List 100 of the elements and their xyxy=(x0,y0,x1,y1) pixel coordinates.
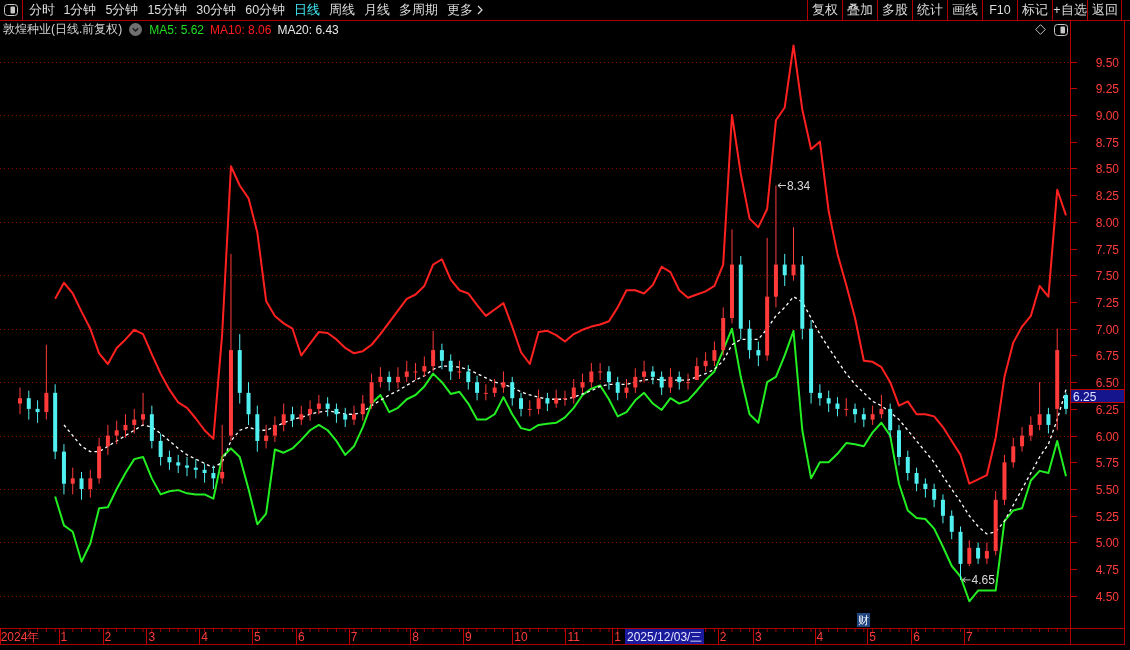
period-tab[interactable]: 日线 xyxy=(289,0,325,20)
candlestick xyxy=(404,360,409,383)
candlestick xyxy=(158,432,163,467)
period-tab[interactable]: 60分钟 xyxy=(240,0,290,20)
candlestick xyxy=(791,226,796,282)
axis-label: 3 xyxy=(755,630,762,644)
candlestick xyxy=(167,450,172,471)
candlestick xyxy=(246,381,251,426)
axis-label: 2024年 xyxy=(0,630,40,644)
toolbar-button[interactable]: 多股 xyxy=(877,0,912,20)
axis-label: 7.25 xyxy=(1095,295,1119,310)
candlestick xyxy=(554,389,559,409)
candlestick xyxy=(334,403,339,424)
candlestick xyxy=(308,399,313,422)
dropdown-icon[interactable] xyxy=(129,23,143,36)
candlestick xyxy=(976,542,981,565)
axis-label: 6.75 xyxy=(1095,348,1119,363)
candlestick xyxy=(70,467,75,495)
candlestick xyxy=(395,366,400,390)
toolbar-button[interactable]: 标记 xyxy=(1017,0,1052,20)
candlestick xyxy=(888,403,893,439)
candlestick xyxy=(316,394,321,415)
candlestick xyxy=(861,407,866,428)
candlestick xyxy=(431,330,436,372)
candlestick xyxy=(782,253,787,287)
period-tab[interactable]: 多周期 xyxy=(394,0,443,20)
candlestick xyxy=(606,365,611,391)
candlestick xyxy=(844,397,849,417)
panel-toggle-icon[interactable] xyxy=(1054,23,1068,36)
axis-label: 6 xyxy=(297,630,305,644)
candlestick xyxy=(149,405,154,449)
candlestick xyxy=(1020,426,1025,453)
candlestick xyxy=(545,392,550,412)
candlestick xyxy=(132,408,137,434)
candlestick xyxy=(633,367,638,394)
candlestick xyxy=(26,390,31,421)
toolbar-button[interactable]: 复权 xyxy=(807,0,842,20)
axis-label: 3 xyxy=(148,630,156,644)
candlestick xyxy=(686,373,691,391)
candlestick xyxy=(624,378,629,399)
axis-label: 5.75 xyxy=(1095,455,1119,470)
axis-label: 5.00 xyxy=(1095,535,1119,550)
candlestick xyxy=(879,394,884,419)
toolbar-button[interactable]: +自选 xyxy=(1052,0,1087,20)
financial-report-marker[interactable]: 财 xyxy=(857,613,870,627)
candlestick xyxy=(185,456,189,477)
axis-label: 5 xyxy=(254,630,261,644)
candlestick xyxy=(905,450,910,481)
period-tab[interactable]: 30分钟 xyxy=(191,0,241,20)
candlestick xyxy=(571,378,576,405)
axis-label: 6 xyxy=(913,630,920,644)
candlestick xyxy=(18,387,22,415)
candlestick xyxy=(352,405,356,426)
diamond-icon[interactable] xyxy=(1035,24,1046,35)
candlestick xyxy=(835,396,840,417)
toolbar-button[interactable]: 画线 xyxy=(947,0,982,20)
candlestick xyxy=(439,343,444,370)
axis-label: 8.25 xyxy=(1095,188,1119,203)
candlestick xyxy=(272,415,277,443)
candlestick xyxy=(483,383,488,401)
period-tab[interactable]: 月线 xyxy=(359,0,395,20)
candlestick xyxy=(501,371,506,394)
candlestick xyxy=(519,392,524,417)
candlestick xyxy=(642,360,647,383)
more-menu-button[interactable]: 更多 xyxy=(442,0,488,20)
toolbar-button[interactable]: 统计 xyxy=(912,0,947,20)
candlestick xyxy=(747,319,752,360)
period-tab[interactable]: 1分钟 xyxy=(59,0,101,20)
period-tab[interactable]: 15分钟 xyxy=(142,0,192,20)
candlestick xyxy=(580,373,585,394)
candlestick xyxy=(141,392,146,426)
period-tab[interactable]: 分时 xyxy=(24,0,59,20)
axis-label: 7.00 xyxy=(1095,322,1119,337)
period-tab[interactable]: 5分钟 xyxy=(100,0,143,20)
period-tab[interactable]: 周线 xyxy=(324,0,360,20)
candlestick xyxy=(984,542,989,565)
candlestick xyxy=(659,371,664,396)
candlestick xyxy=(422,356,427,378)
candlestick xyxy=(475,375,480,401)
candlestick xyxy=(105,424,110,456)
candlestick xyxy=(1046,407,1051,434)
candlestick xyxy=(35,399,40,424)
candlestick xyxy=(756,341,761,367)
axis-label: 7 xyxy=(350,630,358,644)
indicator-value: MA10: 8.06 xyxy=(210,22,272,37)
axis-label: 7 xyxy=(965,630,973,644)
candlestick xyxy=(536,389,541,415)
candlestick xyxy=(1064,392,1068,415)
candlestick xyxy=(492,378,497,398)
axis-label: 11 xyxy=(567,630,580,644)
candlestick xyxy=(510,376,515,407)
toolbar-button[interactable]: F10 xyxy=(982,0,1017,20)
candlestick xyxy=(598,362,603,381)
cursor-date-label: 2025/12/03/三 xyxy=(625,629,705,644)
axis-label: 4 xyxy=(816,630,824,644)
toolbar-button[interactable]: 返回 xyxy=(1087,0,1122,20)
toolbar-button[interactable]: 叠加 xyxy=(842,0,877,20)
panel-toggle-icon xyxy=(4,4,18,16)
candlestick xyxy=(79,471,84,501)
chart-title: 敦煌种业(日线.前复权) xyxy=(3,21,123,38)
